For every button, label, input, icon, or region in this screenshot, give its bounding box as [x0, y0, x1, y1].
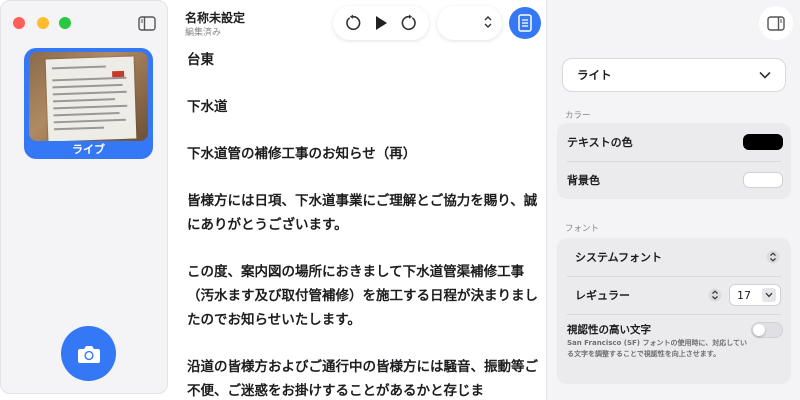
camera-icon [77, 345, 100, 363]
text-color-well[interactable] [743, 134, 783, 150]
theme-select[interactable]: ライト [562, 58, 786, 92]
inspector-panel: ライト カラー テキストの色 背景色 フォント システムフォント レギュラー 1… [546, 0, 800, 400]
font-family-stepper[interactable] [765, 249, 781, 265]
background-color-row: 背景色 [557, 161, 791, 199]
recognized-text-area[interactable]: 台東 下水道 下水道管の補修工事のお知らせ（再） 皆様方には日項、下水道事業にご… [187, 48, 539, 400]
font-family-row[interactable]: システムフォント [557, 238, 791, 276]
legibility-title: 視認性の高い文字 [567, 324, 651, 336]
font-weight-value: レギュラー [575, 289, 630, 302]
updown-chevron-icon [708, 288, 722, 302]
document-status: 編集済み [185, 28, 222, 38]
rotate-right-icon [401, 14, 416, 31]
zoom-window-button[interactable] [59, 17, 71, 29]
font-weight-stepper[interactable] [707, 287, 723, 303]
legibility-toggle[interactable] [751, 322, 783, 338]
sidebar-left-icon [138, 15, 156, 31]
rewind-button[interactable] [342, 12, 364, 34]
font-size-combo[interactable]: 17 [729, 284, 781, 306]
font-weight-row: レギュラー 17 [557, 276, 791, 314]
legibility-description: San Francisco (SF) フォントの使用時に、対応している文字を調整… [567, 339, 748, 358]
scanned-photo [29, 52, 148, 141]
play-icon [376, 16, 387, 30]
document-view-button[interactable] [509, 7, 541, 39]
theme-select-value: ライト [577, 68, 612, 82]
text-color-row: テキストの色 [557, 123, 791, 161]
sidebar-right-icon [767, 15, 785, 31]
minimize-window-button[interactable] [37, 17, 49, 29]
color-section-label: カラー [565, 111, 591, 121]
camera-button[interactable] [61, 326, 116, 381]
updown-chevron-icon [484, 16, 492, 28]
font-size-value: 17 [737, 288, 751, 302]
rotate-left-icon [346, 14, 361, 31]
chevron-down-icon [759, 71, 771, 79]
text-paragraph: 沿道の皆様方およびご通行中の皆様方には騒音、振動等ご不便、ご迷惑をお掛けすること… [187, 359, 538, 399]
font-group: システムフォント レギュラー 17 視認性の高い文字 San Francisco… [557, 238, 791, 384]
sidebar-toggle-button[interactable] [137, 14, 157, 32]
document-icon [518, 14, 532, 32]
text-paragraph: 下水道 [187, 99, 228, 115]
background-color-well[interactable] [743, 172, 783, 188]
chevron-down-icon [765, 292, 773, 298]
text-paragraph: 皆様方には日項、下水道事業にご理解とご協力を賜り、誠にありがとうございます。 [187, 193, 538, 233]
legibility-row: 視認性の高い文字 San Francisco (SF) フォントの使用時に、対応… [557, 314, 791, 384]
text-paragraph: 台東 [187, 52, 214, 68]
scanned-paper [45, 56, 137, 141]
updown-chevron-icon [766, 250, 780, 264]
text-paragraph: この度、案内図の場所におきまして下水道管渠補修工事（汚水ます及び取付管補修）を施… [187, 264, 538, 328]
playback-toolbar [333, 6, 429, 40]
play-button[interactable] [370, 12, 392, 34]
forward-button[interactable] [398, 12, 420, 34]
text-paragraph: 下水道管の補修工事のお知らせ（再） [187, 146, 417, 162]
font-family-value: システムフォント [575, 251, 663, 264]
color-group: テキストの色 背景色 [557, 123, 791, 199]
live-document-thumbnail[interactable]: ライブ [24, 48, 153, 159]
close-window-button[interactable] [13, 17, 25, 29]
sidebar: ライブ [0, 0, 168, 394]
inspector-toggle-button[interactable] [759, 6, 793, 40]
font-section-label: フォント [565, 224, 600, 234]
thumbnail-label: ライブ [72, 143, 105, 156]
document-title: 名称未設定 [185, 11, 246, 25]
font-size-dropdown[interactable] [762, 288, 776, 302]
voice-select[interactable] [437, 6, 502, 40]
